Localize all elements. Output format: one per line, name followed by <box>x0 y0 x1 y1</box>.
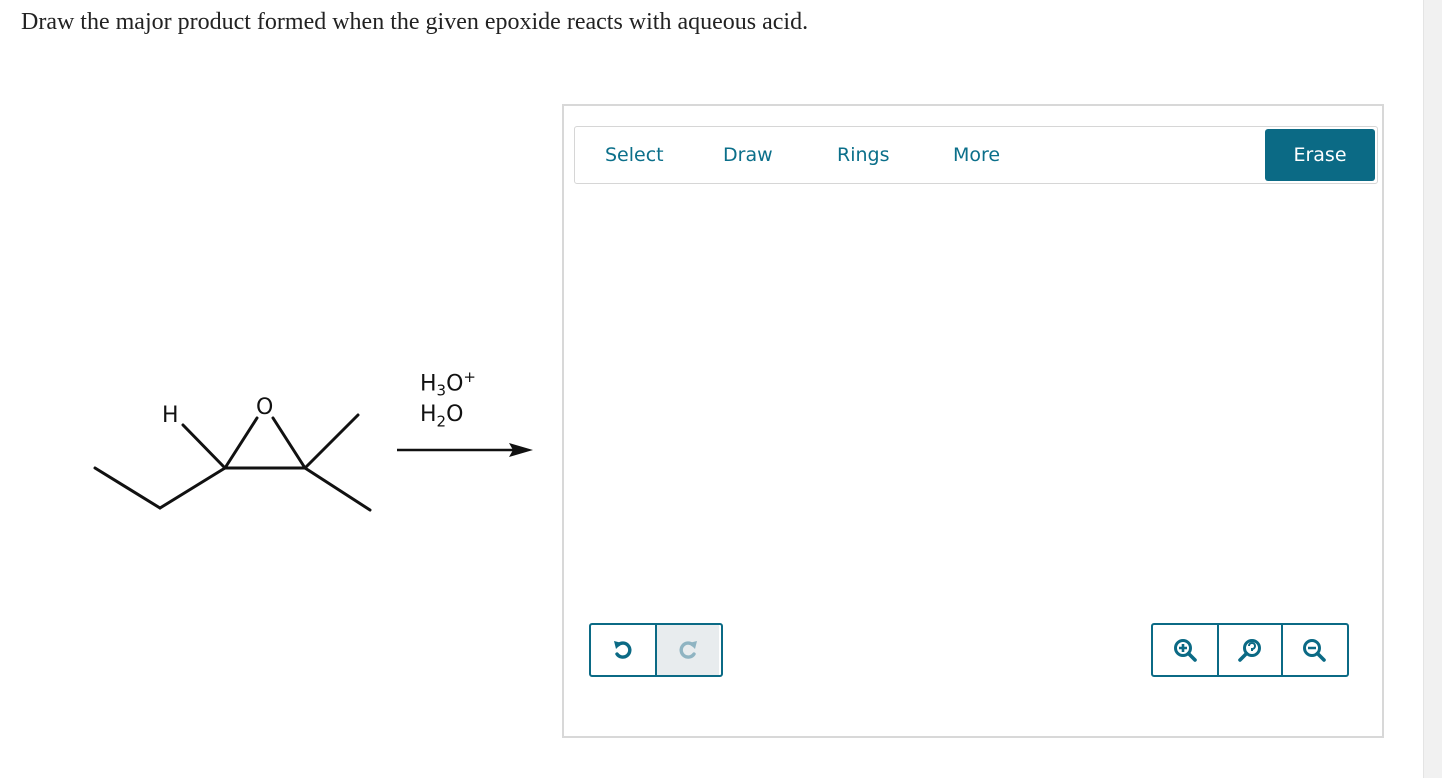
bond-epoxide-co-right <box>271 416 307 470</box>
zoom-reset-icon <box>1238 639 1261 662</box>
undo-icon <box>614 641 632 659</box>
zoom-out-button[interactable] <box>1281 625 1345 675</box>
zoom-in-button[interactable] <box>1153 625 1217 675</box>
bond-c-h <box>181 423 227 470</box>
reagent-hydronium-charge: + <box>463 368 476 386</box>
reagent-water-sub: 2 <box>436 412 447 431</box>
reagent-water-o: O <box>446 402 464 427</box>
bond-epoxide-co-left <box>223 416 259 470</box>
undo-button[interactable] <box>591 625 655 675</box>
zoom-in-icon <box>1174 639 1197 662</box>
reagent-hydronium-h: H <box>420 371 437 397</box>
reagent-water-h: H <box>420 402 437 427</box>
reaction-scheme: H O H3O+ H2O <box>80 350 560 530</box>
zoom-reset-button[interactable] <box>1217 625 1281 675</box>
bond-methyl-up <box>303 413 360 470</box>
page-scrollbar[interactable] <box>1423 0 1442 778</box>
zoom-controls <box>1151 623 1349 677</box>
select-tool-button[interactable]: Select <box>605 127 664 183</box>
bond-ethyl-1 <box>93 466 162 510</box>
bond-methyl-down <box>303 466 372 512</box>
history-controls <box>589 623 723 677</box>
reagent-hydronium: H3O+ <box>420 368 476 400</box>
drawing-editor[interactable]: Select Draw Rings More Erase <box>562 104 1384 738</box>
bond-ethyl-2 <box>158 466 227 510</box>
reaction-arrow <box>397 443 533 457</box>
draw-tool-button[interactable]: Draw <box>723 127 773 183</box>
atom-h-label: H <box>162 403 179 428</box>
erase-button[interactable]: Erase <box>1265 129 1375 181</box>
zoom-out-icon <box>1303 639 1326 662</box>
redo-button[interactable] <box>655 625 719 675</box>
reagent-hydronium-sub: 3 <box>436 381 447 400</box>
redo-icon <box>679 641 697 659</box>
rings-tool-button[interactable]: Rings <box>837 127 889 183</box>
reagent-hydronium-o: O <box>446 371 464 397</box>
atom-o-label: O <box>256 395 273 420</box>
more-tool-button[interactable]: More <box>953 127 1000 183</box>
editor-toolbar: Select Draw Rings More Erase <box>574 126 1378 184</box>
reagent-water: H2O <box>420 402 463 430</box>
question-text: Draw the major product formed when the g… <box>21 9 809 35</box>
